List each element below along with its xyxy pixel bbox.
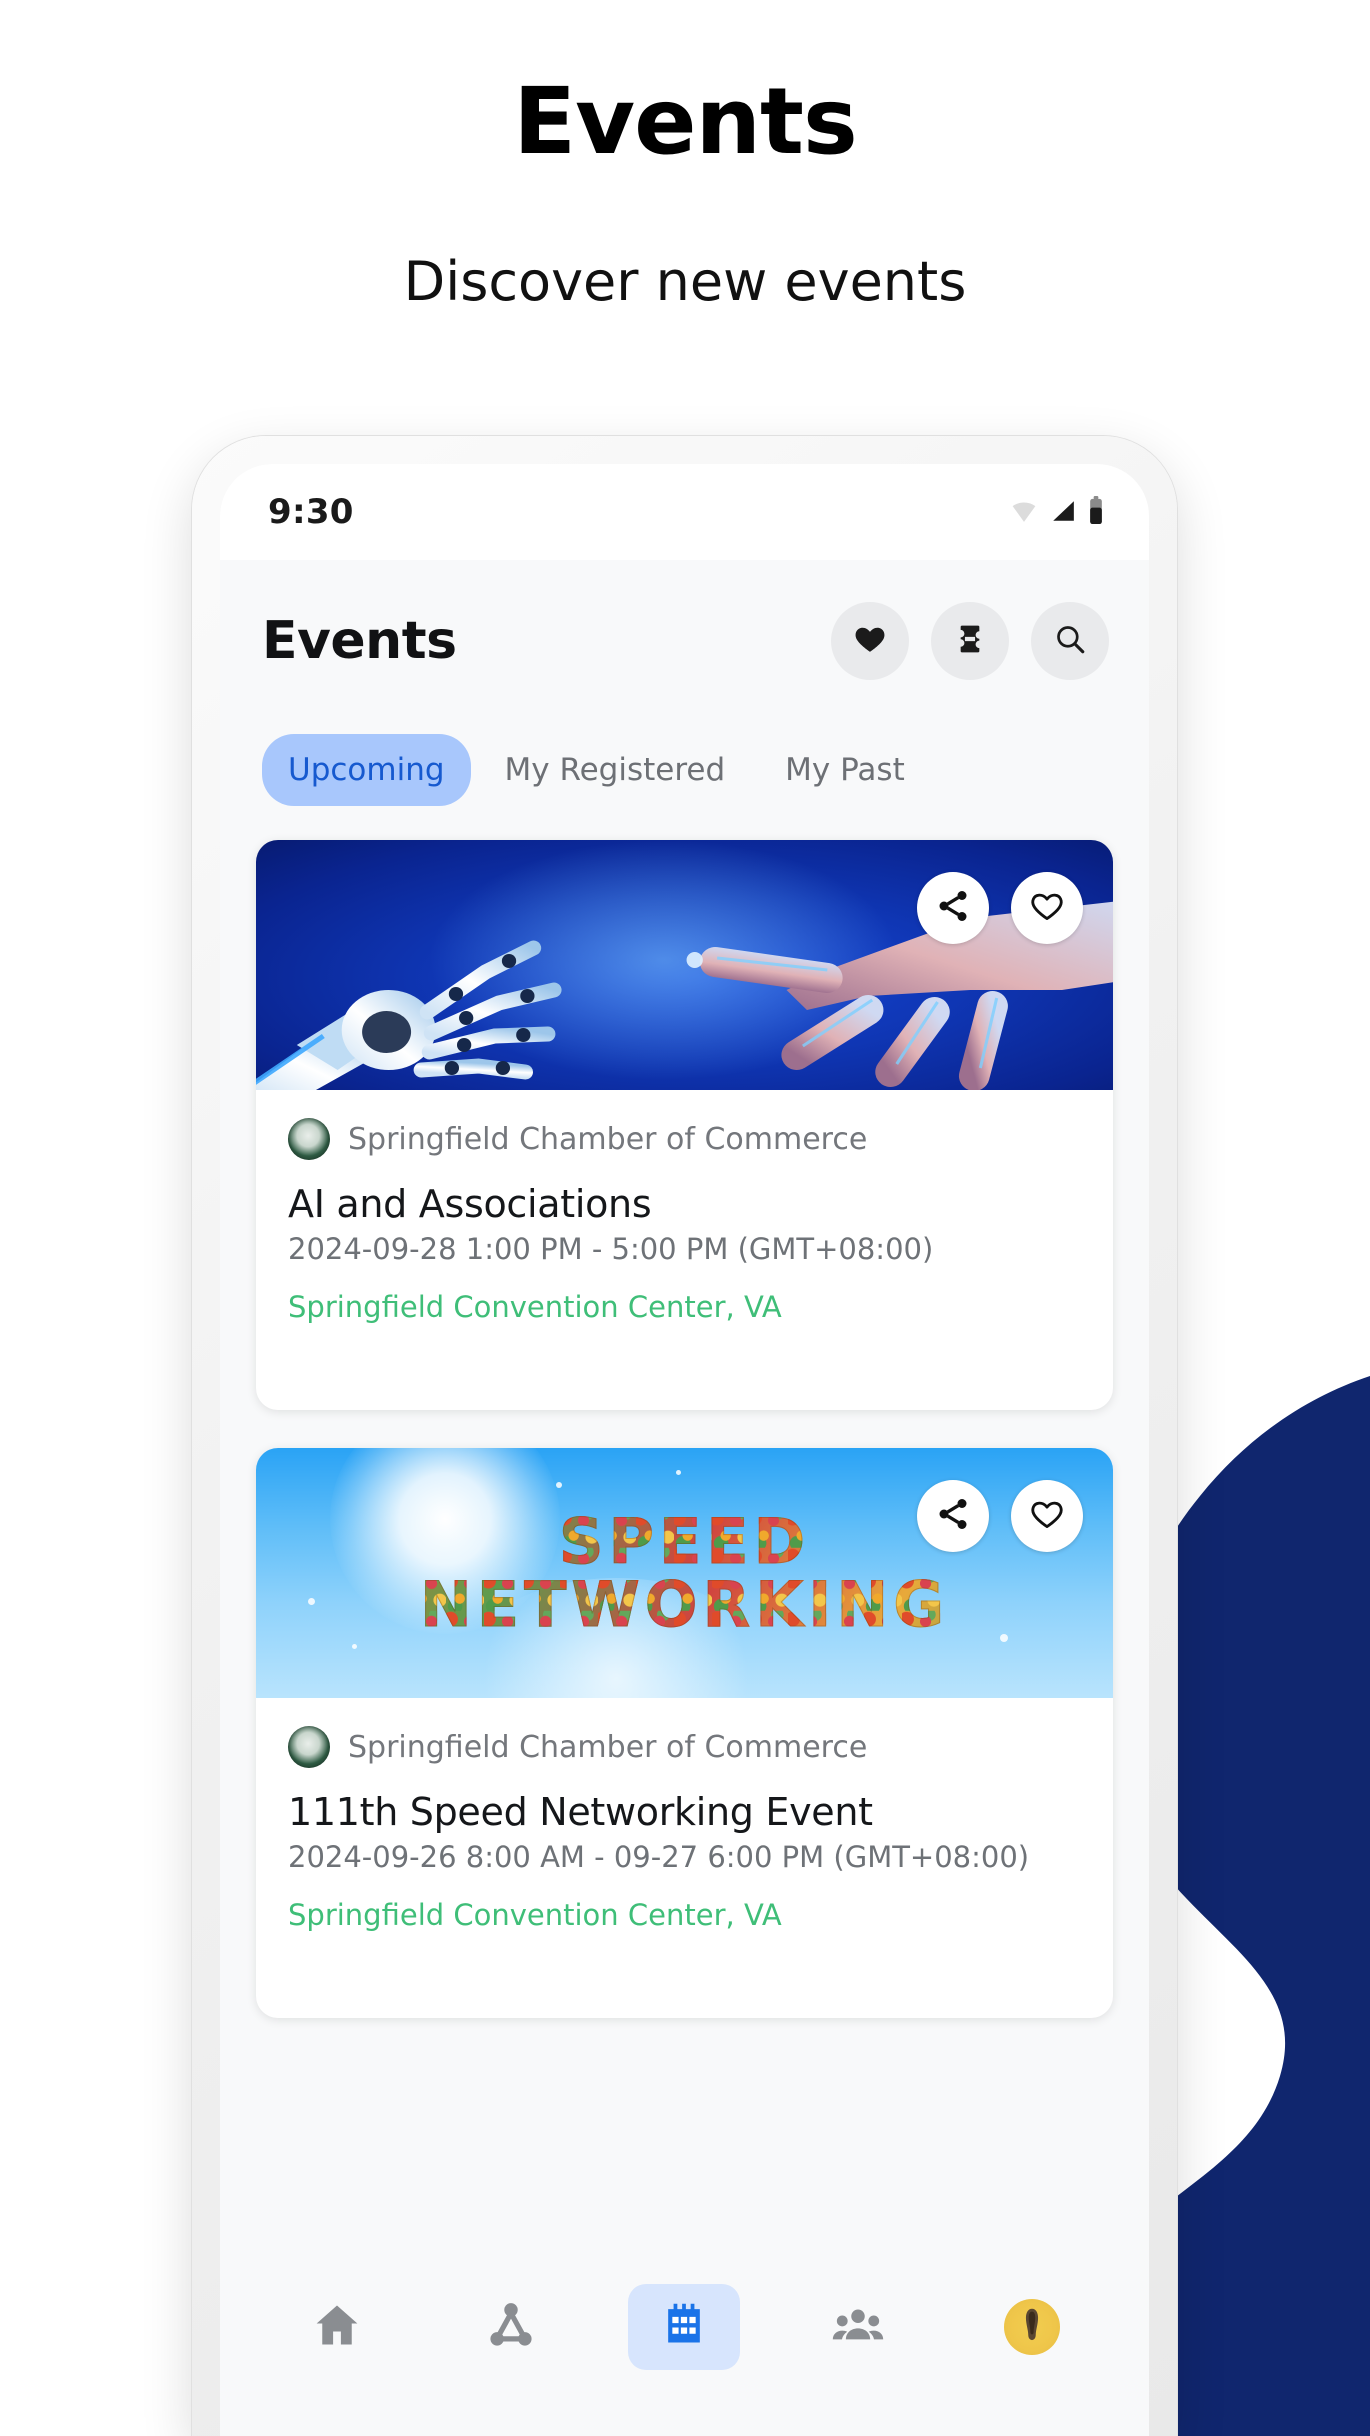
event-hero-image: SPEED NETWORKING xyxy=(256,1448,1113,1698)
event-title: 111th Speed Networking Event xyxy=(288,1790,873,1834)
organizer-name: Springfield Chamber of Commerce xyxy=(348,1121,868,1157)
event-filter-tabs: Upcoming My Registered My Past xyxy=(220,680,1149,806)
heart-filled-icon xyxy=(853,622,887,660)
favorite-button[interactable] xyxy=(1011,872,1083,944)
page-title: Events xyxy=(262,611,457,671)
share-button[interactable] xyxy=(917,1480,989,1552)
tickets-button[interactable] xyxy=(931,602,1009,680)
event-card[interactable]: SPEED NETWORKING Springfield Chamber of … xyxy=(256,1448,1113,2018)
calendar-icon xyxy=(659,2300,709,2354)
organizer-logo-icon xyxy=(288,1726,330,1768)
network-nodes-icon xyxy=(485,2299,537,2355)
event-venue[interactable]: Springfield Convention Center, VA xyxy=(288,1898,1081,1932)
hero-action-buttons xyxy=(917,1480,1083,1552)
tab-my-registered[interactable]: My Registered xyxy=(479,734,752,806)
organizer-name: Springfield Chamber of Commerce xyxy=(348,1729,868,1765)
hero-text-line-2: NETWORKING xyxy=(256,1572,1113,1637)
share-button[interactable] xyxy=(917,872,989,944)
cellular-signal-icon xyxy=(1048,498,1078,528)
event-card[interactable]: Springfield Chamber of Commerce AI and A… xyxy=(256,840,1113,1410)
promo-screenshot: Events Discover new events 9:30 Events U… xyxy=(0,0,1370,2436)
organizer-logo-icon xyxy=(288,1118,330,1160)
nav-profile[interactable] xyxy=(976,2284,1088,2370)
event-venue[interactable]: Springfield Convention Center, VA xyxy=(288,1290,1081,1324)
ticket-icon xyxy=(954,623,986,659)
app-header: Events xyxy=(220,560,1149,680)
event-datetime: 2024-09-26 8:00 AM - 09-27 6:00 PM (GMT+… xyxy=(288,1840,1030,1874)
event-hero-image xyxy=(256,840,1113,1090)
promo-subtitle: Discover new events xyxy=(403,250,967,313)
events-screen: Events Upcoming My Registered My Past Sp… xyxy=(220,560,1149,2436)
avatar-icon xyxy=(1004,2299,1061,2355)
people-group-icon xyxy=(831,2298,885,2356)
header-actions xyxy=(831,602,1109,680)
event-card-list: Springfield Chamber of Commerce AI and A… xyxy=(220,806,1149,2018)
event-organizer-row: Springfield Chamber of Commerce xyxy=(288,1118,1081,1160)
search-button[interactable] xyxy=(1031,602,1109,680)
event-card-body: Springfield Chamber of Commerce AI and A… xyxy=(256,1090,1113,1410)
tab-upcoming[interactable]: Upcoming xyxy=(262,734,471,806)
home-icon xyxy=(311,2299,363,2355)
nav-events[interactable] xyxy=(628,2284,741,2370)
event-organizer-row: Springfield Chamber of Commerce xyxy=(288,1726,1081,1768)
status-bar-icons xyxy=(1009,496,1105,528)
event-card-body: Springfield Chamber of Commerce 111th Sp… xyxy=(256,1698,1113,2018)
bottom-navigation-bar xyxy=(220,2236,1149,2436)
hero-action-buttons xyxy=(917,872,1083,944)
event-title: AI and Associations xyxy=(288,1182,652,1226)
favorite-button[interactable] xyxy=(1011,1480,1083,1552)
tab-my-past[interactable]: My Past xyxy=(759,734,931,806)
search-icon xyxy=(1053,622,1087,660)
favorites-button[interactable] xyxy=(831,602,909,680)
nav-connections[interactable] xyxy=(455,2284,567,2370)
share-icon xyxy=(935,1496,971,1536)
status-bar-time: 9:30 xyxy=(268,492,354,532)
share-icon xyxy=(935,888,971,928)
wifi-icon xyxy=(1009,498,1039,528)
phone-device-frame: 9:30 Events Upcoming My Registered My Pa… xyxy=(192,436,1177,2436)
status-bar: 9:30 xyxy=(220,464,1149,560)
event-datetime: 2024-09-28 1:00 PM - 5:00 PM (GMT+08:00) xyxy=(288,1232,934,1266)
nav-groups[interactable] xyxy=(802,2284,914,2370)
promo-title: Events xyxy=(513,68,857,175)
battery-icon xyxy=(1087,496,1105,528)
nav-home[interactable] xyxy=(281,2284,393,2370)
heart-outline-icon xyxy=(1029,1496,1065,1536)
phone-screen: 9:30 Events Upcoming My Registered My Pa… xyxy=(220,464,1149,2436)
heart-outline-icon xyxy=(1029,888,1065,928)
